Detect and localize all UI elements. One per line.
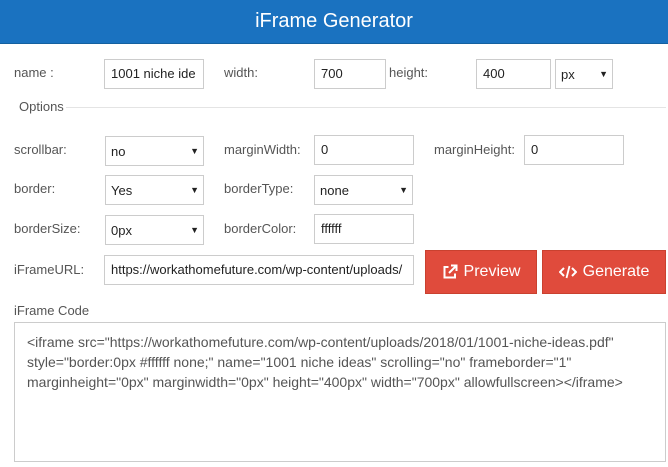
scrollbar-value: no: [111, 143, 126, 159]
height-unit-value: px: [561, 66, 575, 82]
border-value: Yes: [111, 182, 133, 198]
border-select[interactable]: Yes ▼: [105, 175, 204, 205]
width-input[interactable]: 700: [314, 59, 386, 89]
margin-width-label: marginWidth:: [224, 142, 301, 157]
width-label: width:: [224, 65, 258, 80]
margin-height-input[interactable]: 0: [524, 135, 624, 165]
border-label: border:: [14, 181, 56, 196]
name-input[interactable]: 1001 niche ide: [104, 59, 204, 89]
caret-down-icon: ▼: [190, 185, 199, 195]
border-color-input[interactable]: ffffff: [314, 214, 414, 244]
border-type-select[interactable]: none ▼: [314, 175, 413, 205]
options-divider: [66, 107, 666, 108]
scrollbar-select[interactable]: no ▼: [105, 136, 204, 166]
caret-down-icon: ▼: [399, 185, 408, 195]
page-header: iFrame Generator: [0, 0, 668, 44]
name-label: name :: [14, 65, 54, 80]
height-input[interactable]: 400: [476, 59, 551, 89]
caret-down-icon: ▼: [190, 225, 199, 235]
margin-height-label: marginHeight:: [434, 142, 515, 157]
iframe-code-label: iFrame Code: [14, 303, 90, 318]
border-size-value: 0px: [111, 222, 132, 238]
iframe-code-textarea[interactable]: <iframe src="https://workathomefuture.co…: [14, 322, 666, 462]
height-unit-select[interactable]: px ▼: [555, 59, 613, 89]
border-size-select[interactable]: 0px ▼: [105, 215, 204, 245]
preview-button[interactable]: Preview: [425, 250, 537, 294]
options-legend: Options: [19, 99, 64, 114]
scrollbar-label: scrollbar:: [14, 142, 67, 157]
border-type-value: none: [320, 182, 349, 198]
caret-down-icon: ▼: [190, 146, 199, 156]
margin-width-input[interactable]: 0: [314, 135, 414, 165]
iframe-url-label: iFrameURL:: [14, 262, 85, 277]
code-icon: [558, 265, 577, 279]
iframe-url-input[interactable]: https://workathomefuture.com/wp-content/…: [104, 255, 414, 285]
generate-label: Generate: [582, 263, 650, 280]
page-title: iFrame Generator: [255, 10, 413, 32]
external-link-icon: [442, 264, 458, 280]
height-label: height:: [389, 65, 429, 80]
preview-label: Preview: [463, 263, 521, 280]
border-size-label: borderSize:: [14, 221, 81, 236]
generate-button[interactable]: Generate: [542, 250, 666, 294]
border-color-label: borderColor:: [224, 221, 297, 236]
border-type-label: borderType:: [224, 181, 294, 196]
caret-down-icon: ▼: [599, 69, 608, 79]
